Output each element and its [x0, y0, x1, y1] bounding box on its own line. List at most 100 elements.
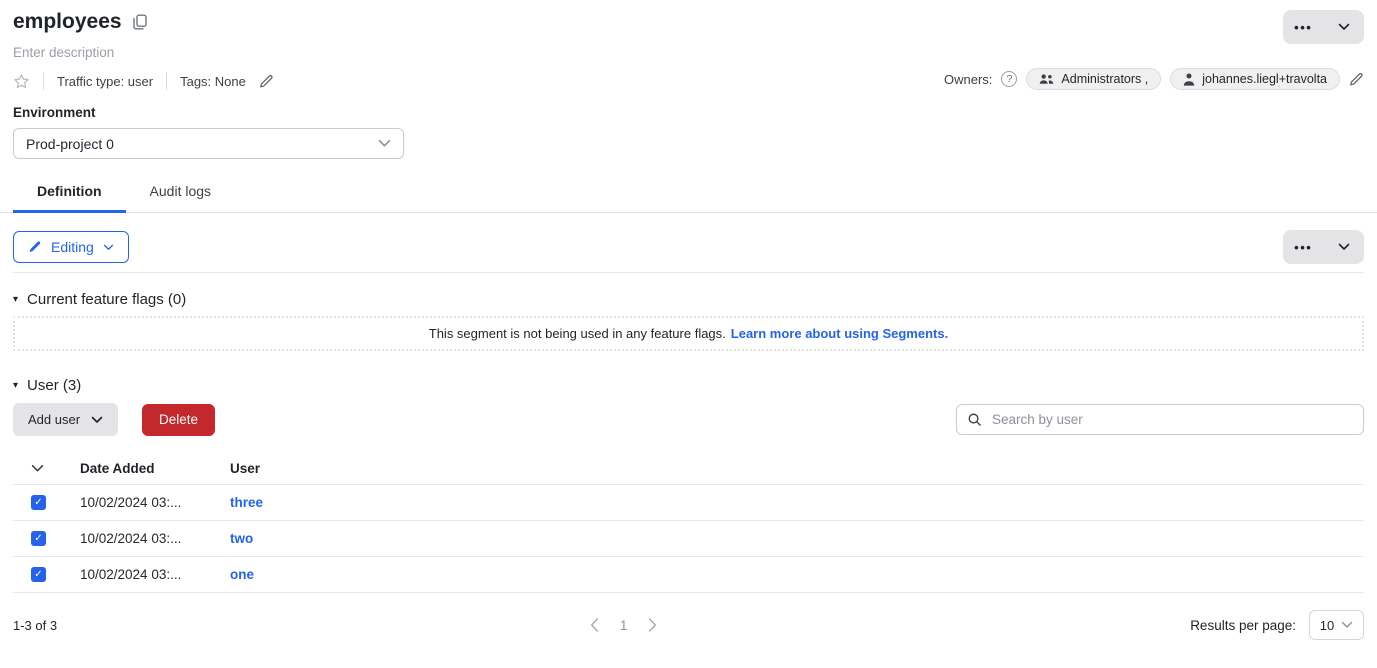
results-per-page-value: 10 [1320, 618, 1334, 633]
delete-button[interactable]: Delete [142, 404, 215, 436]
pencil-icon [1349, 72, 1364, 87]
chevron-down-icon [1338, 23, 1350, 31]
table-row: ✓ 10/02/2024 03:... three [13, 485, 1364, 521]
feature-flags-empty-state: This segment is not being used in any fe… [13, 316, 1364, 351]
main-content: Editing ••• ▾ Current feature flags [0, 230, 1377, 593]
table-row: ✓ 10/02/2024 03:... one [13, 557, 1364, 593]
table-footer: 1-3 of 3 1 Results per page: 10 [0, 610, 1377, 640]
row-checkbox[interactable]: ✓ [31, 567, 46, 582]
tab-definition[interactable]: Definition [13, 172, 126, 212]
user-actions-row: Add user Delete [13, 403, 1364, 436]
segment-actions-chevron-button[interactable] [1324, 10, 1365, 44]
divider [43, 72, 44, 90]
previous-page-button[interactable] [590, 618, 599, 632]
edit-owners-button[interactable] [1349, 72, 1364, 87]
header-right: ••• Owners: ? Administrators , [944, 10, 1364, 90]
select-all-chevron-button[interactable] [31, 464, 80, 473]
column-header-user: User [230, 461, 1364, 476]
empty-state-message: This segment is not being used in any fe… [429, 326, 726, 341]
results-range-label: 1-3 of 3 [13, 618, 57, 633]
segment-actions-split-button: ••• [1283, 10, 1364, 44]
overflow-dots-icon: ••• [1294, 21, 1312, 34]
tab-audit-logs[interactable]: Audit logs [126, 172, 235, 212]
owner-chip-administrators[interactable]: Administrators , [1026, 68, 1161, 90]
check-icon: ✓ [34, 569, 42, 580]
user-table: Date Added User ✓ 10/02/2024 03:... thre… [13, 452, 1364, 593]
chevron-down-icon [91, 416, 103, 424]
environment-selected-value: Prod-project 0 [26, 136, 114, 152]
row-checkbox[interactable]: ✓ [31, 495, 46, 510]
feature-flags-section-toggle[interactable]: ▾ Current feature flags (0) [13, 291, 186, 308]
user-section-title: User (3) [27, 377, 81, 394]
search-icon [967, 412, 982, 427]
copy-icon [133, 14, 147, 30]
copy-key-button[interactable] [133, 14, 147, 30]
environment-label: Environment [13, 105, 1364, 120]
edit-tags-button[interactable] [259, 74, 274, 89]
editing-label: Editing [51, 239, 94, 255]
person-icon [1183, 73, 1195, 86]
star-icon [13, 73, 30, 90]
owner-chip-user[interactable]: johannes.liegl+travolta [1170, 68, 1340, 90]
segment-page: employees Enter description Traffic type… [0, 0, 1377, 640]
environment-block: Environment Prod-project 0 [0, 105, 1377, 159]
chevron-down-icon [1341, 621, 1353, 629]
definition-toolbar: Editing ••• [13, 230, 1364, 264]
caret-down-icon: ▾ [13, 295, 18, 305]
description-placeholder[interactable]: Enter description [13, 45, 274, 60]
user-search-input[interactable] [990, 411, 1353, 428]
owners-help-button[interactable]: ? [1001, 71, 1017, 87]
cell-date-added: 10/02/2024 03:... [80, 567, 230, 582]
meta-row: Traffic type: user Tags: None [13, 72, 274, 90]
definition-actions-chevron-button[interactable] [1324, 230, 1365, 264]
overflow-dots-icon: ••• [1294, 241, 1312, 254]
user-link[interactable]: two [230, 531, 253, 546]
chevron-left-icon [590, 618, 599, 632]
caret-down-icon: ▾ [13, 381, 18, 391]
pencil-icon [259, 74, 274, 89]
help-icon: ? [1006, 73, 1012, 85]
learn-more-link[interactable]: Learn more about using Segments. [731, 326, 948, 341]
owner-chip-label: Administrators , [1061, 72, 1148, 86]
check-icon: ✓ [34, 497, 42, 508]
cell-date-added: 10/02/2024 03:... [80, 531, 230, 546]
results-per-page-select[interactable]: 10 [1309, 610, 1364, 640]
user-section-toggle[interactable]: ▾ User (3) [13, 377, 81, 394]
definition-overflow-button[interactable]: ••• [1283, 230, 1324, 264]
page-title: employees [13, 10, 122, 34]
divider [13, 272, 1364, 273]
segment-overflow-button[interactable]: ••• [1283, 10, 1324, 44]
user-search-box [956, 404, 1364, 435]
chevron-down-icon [103, 244, 114, 251]
add-user-label: Add user [28, 412, 80, 427]
column-header-date-added: Date Added [80, 461, 230, 476]
tags-label: Tags: None [180, 74, 246, 89]
page-header: employees Enter description Traffic type… [0, 0, 1377, 90]
owners-row: Owners: ? Administrators , johannes.lieg… [944, 68, 1364, 90]
results-per-page: Results per page: 10 [1190, 610, 1364, 640]
next-page-button[interactable] [648, 618, 657, 632]
pencil-icon [28, 240, 42, 254]
feature-flags-section-title: Current feature flags (0) [27, 291, 186, 308]
table-header-row: Date Added User [13, 452, 1364, 485]
current-page-number[interactable]: 1 [620, 618, 628, 633]
user-link[interactable]: one [230, 567, 254, 582]
pagination: 1 [57, 618, 1190, 633]
cell-date-added: 10/02/2024 03:... [80, 495, 230, 510]
chevron-down-icon [31, 464, 44, 473]
chevron-right-icon [648, 618, 657, 632]
row-checkbox[interactable]: ✓ [31, 531, 46, 546]
add-user-button[interactable]: Add user [13, 403, 118, 436]
header-left: employees Enter description Traffic type… [13, 10, 274, 90]
definition-actions-split-button: ••• [1283, 230, 1364, 264]
table-row: ✓ 10/02/2024 03:... two [13, 521, 1364, 557]
traffic-type-label: Traffic type: user [57, 74, 153, 89]
editing-mode-button[interactable]: Editing [13, 231, 129, 263]
check-icon: ✓ [34, 533, 42, 544]
owner-chip-label: johannes.liegl+travolta [1202, 72, 1327, 86]
environment-select[interactable]: Prod-project 0 [13, 128, 404, 159]
user-link[interactable]: three [230, 495, 263, 510]
favorite-button[interactable] [13, 73, 30, 90]
group-icon [1039, 73, 1054, 85]
owners-label: Owners: [944, 72, 992, 87]
